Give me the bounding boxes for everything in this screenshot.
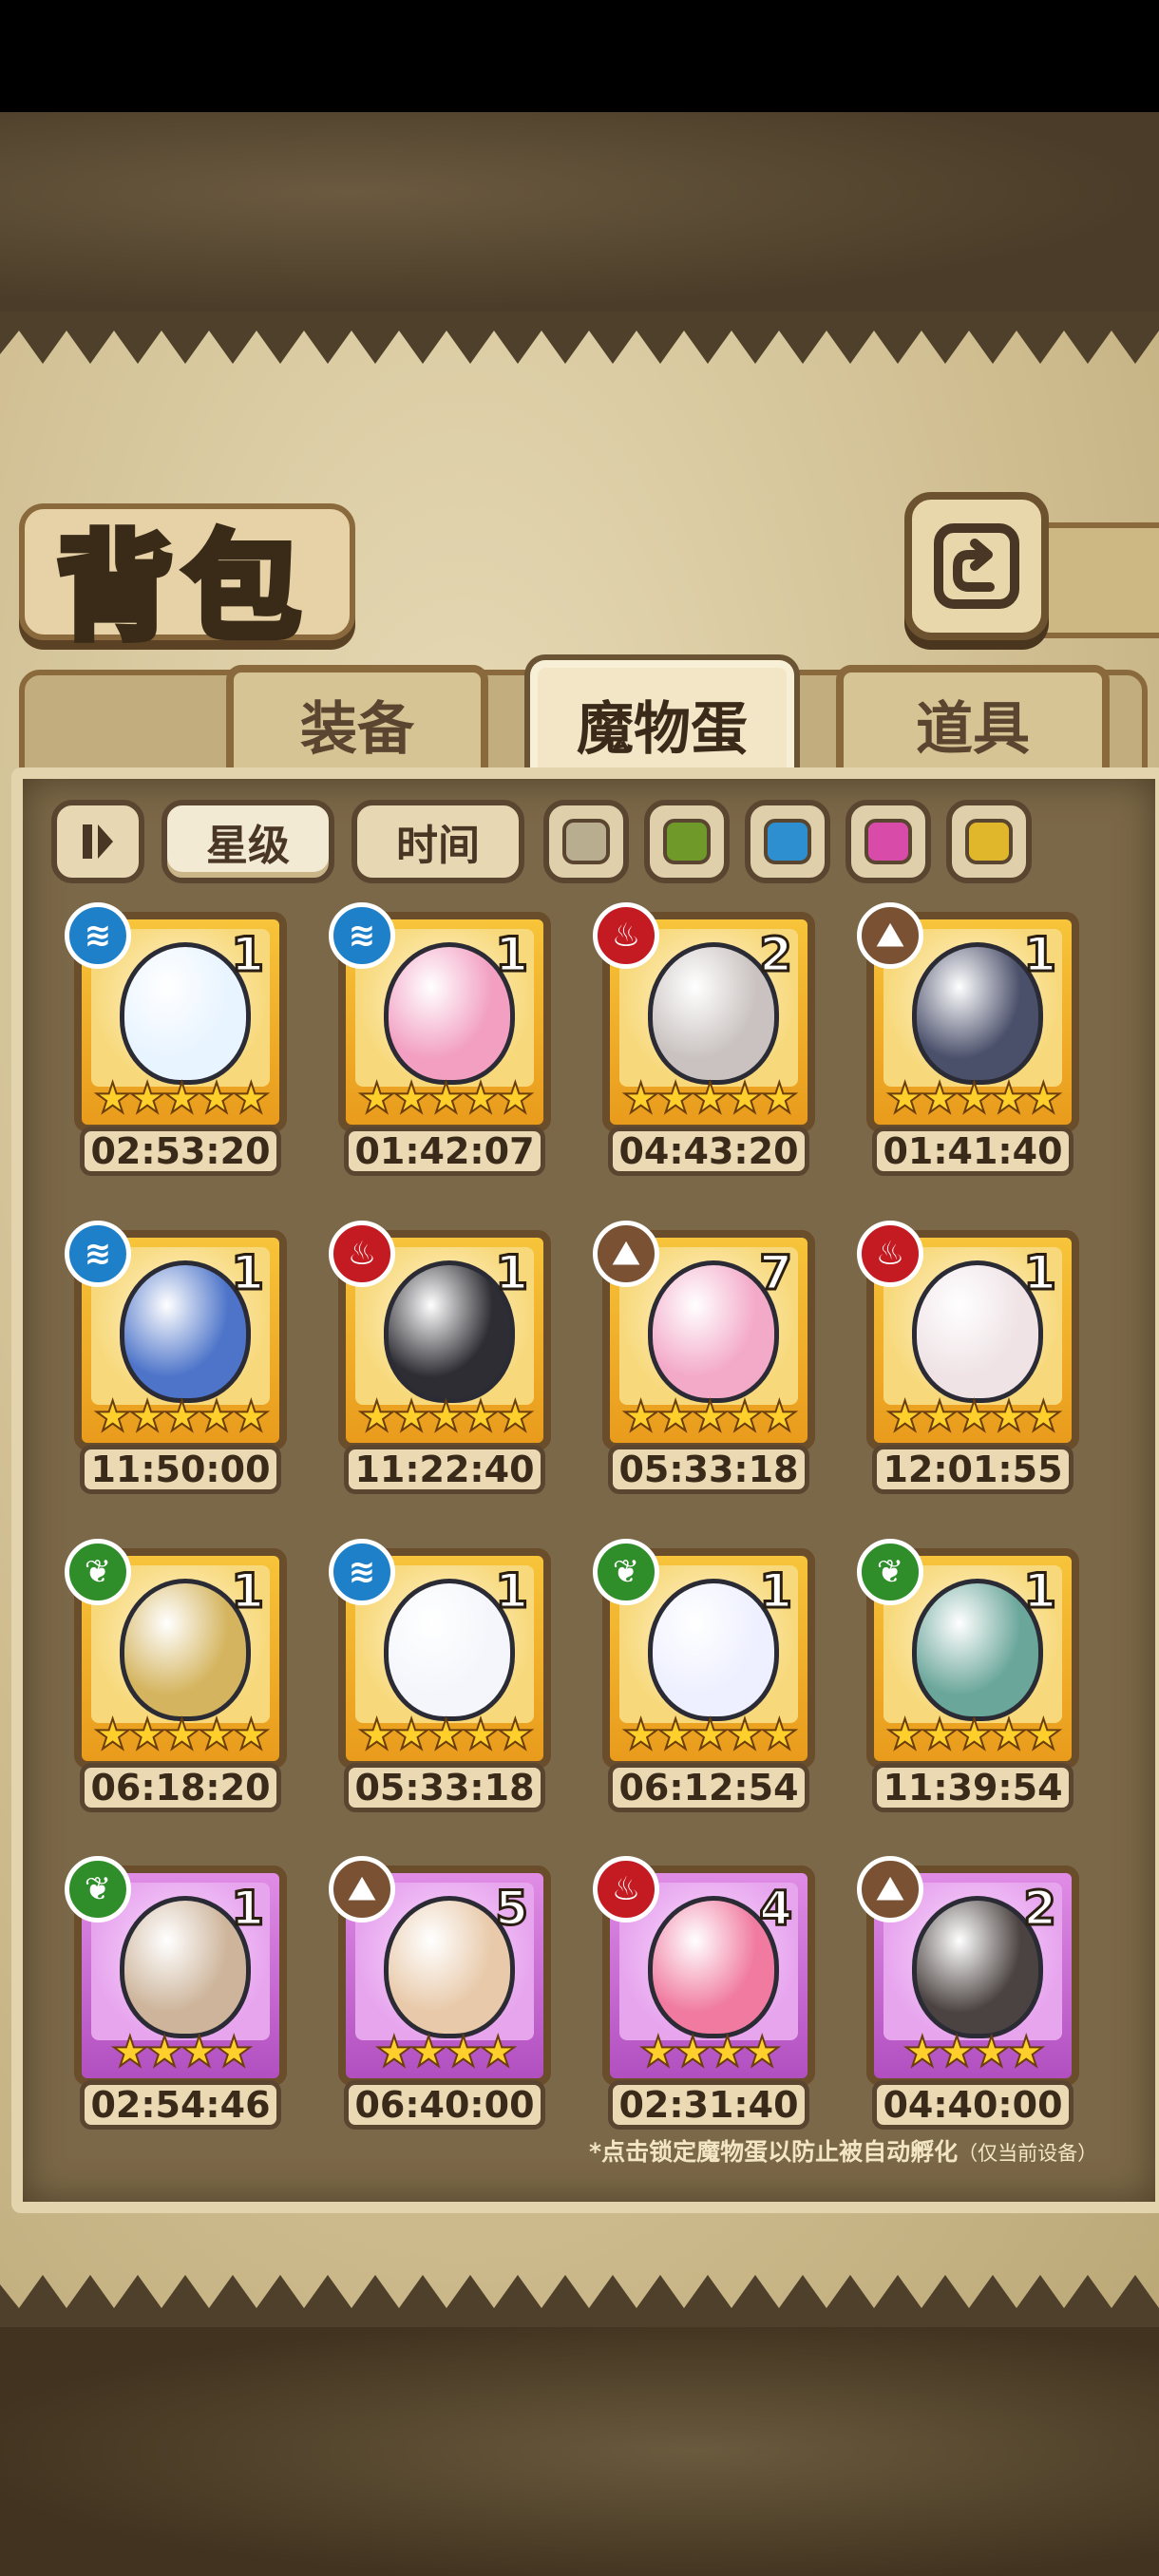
pause-icon xyxy=(83,824,113,859)
footnote-sub: （仅当前设备） xyxy=(958,2142,1098,2165)
fire-icon: ♨ xyxy=(593,902,659,969)
water-icon: ≋ xyxy=(65,1221,131,1287)
egg-count: 1 xyxy=(230,1563,266,1620)
pause-button[interactable] xyxy=(51,800,144,883)
star-rating: ★★★★ xyxy=(110,2027,254,2077)
color-filter-button[interactable] xyxy=(543,800,629,883)
hatch-timer: 02:54:46 xyxy=(80,2080,281,2130)
water-icon: ≋ xyxy=(329,902,395,969)
egg-count: 5 xyxy=(494,1880,530,1938)
hatch-timer: 06:12:54 xyxy=(608,1763,809,1812)
hatch-timer: 11:50:00 xyxy=(80,1445,281,1494)
tab-equipment[interactable]: 装备 xyxy=(226,665,488,775)
star-rating: ★★★★★ xyxy=(621,1392,799,1442)
star-rating: ★★★★★ xyxy=(885,1710,1063,1760)
hatch-timer: 12:01:55 xyxy=(872,1445,1074,1494)
egg-count: 1 xyxy=(494,1563,530,1620)
earth-icon: ⛰ xyxy=(593,1221,659,1287)
back-strip xyxy=(1031,522,1159,638)
color-swatch xyxy=(864,819,912,864)
zigzag-border-bottom xyxy=(0,2275,1159,2327)
hatch-timer: 02:31:40 xyxy=(608,2080,809,2130)
hatch-timer: 01:41:40 xyxy=(872,1127,1074,1176)
earth-icon: ⛰ xyxy=(857,1856,923,1923)
color-swatch xyxy=(562,819,610,864)
star-rating: ★★★★★ xyxy=(357,1073,535,1124)
sort-by-star-button[interactable]: 星级 xyxy=(162,800,334,883)
star-rating: ★★★★★ xyxy=(885,1073,1063,1124)
color-filter-button[interactable] xyxy=(745,800,830,883)
earth-icon: ⛰ xyxy=(329,1856,395,1923)
egg-count: 1 xyxy=(1022,926,1058,984)
egg-count: 1 xyxy=(230,926,266,984)
footnote-main: *点击锁定魔物蛋以防止被自动孵化 xyxy=(589,2138,959,2166)
egg-count: 4 xyxy=(758,1880,794,1938)
hatch-timer: 02:53:20 xyxy=(80,1127,281,1176)
water-icon: ≋ xyxy=(65,902,131,969)
hatch-timer: 01:42:07 xyxy=(344,1127,545,1176)
color-swatch xyxy=(663,819,711,864)
tab-items[interactable]: 道具 xyxy=(836,665,1110,775)
egg-count: 1 xyxy=(230,1880,266,1938)
star-rating: ★★★★★ xyxy=(93,1073,271,1124)
color-swatch xyxy=(764,819,811,864)
color-filter-button[interactable] xyxy=(946,800,1032,883)
color-filter-button[interactable] xyxy=(644,800,730,883)
egg-count: 1 xyxy=(494,1244,530,1302)
hatch-timer: 04:40:00 xyxy=(872,2080,1074,2130)
star-rating: ★★★★★ xyxy=(357,1710,535,1760)
egg-count: 1 xyxy=(494,926,530,984)
hatch-timer: 04:43:20 xyxy=(608,1127,809,1176)
leaf-icon: ❦ xyxy=(857,1539,923,1605)
egg-count: 2 xyxy=(758,926,794,984)
leaf-icon: ❦ xyxy=(593,1539,659,1605)
leaf-icon: ❦ xyxy=(65,1856,131,1923)
egg-count: 2 xyxy=(1022,1880,1058,1938)
map-background-top xyxy=(0,112,1159,312)
hatch-timer: 11:39:54 xyxy=(872,1763,1074,1812)
page-title: 背包 xyxy=(53,515,312,659)
star-rating: ★★★★ xyxy=(374,2027,518,2077)
tab-monster-eggs[interactable]: 魔物蛋 xyxy=(530,660,794,780)
egg-count: 7 xyxy=(758,1244,794,1302)
fire-icon: ♨ xyxy=(593,1856,659,1923)
fire-icon: ♨ xyxy=(857,1221,923,1287)
star-rating: ★★★★★ xyxy=(885,1392,1063,1442)
star-rating: ★★★★★ xyxy=(621,1073,799,1124)
egg-count: 1 xyxy=(1022,1244,1058,1302)
star-rating: ★★★★★ xyxy=(93,1710,271,1760)
hatch-timer: 05:33:18 xyxy=(344,1763,545,1812)
sort-by-time-button[interactable]: 时间 xyxy=(352,800,524,883)
star-rating: ★★★★★ xyxy=(621,1710,799,1760)
star-rating: ★★★★ xyxy=(638,2027,782,2077)
leaf-icon: ❦ xyxy=(65,1539,131,1605)
egg-count: 1 xyxy=(1022,1563,1058,1620)
back-arrow-icon xyxy=(934,523,1019,609)
footnote: *点击锁定魔物蛋以防止被自动孵化（仅当前设备） xyxy=(589,2133,1097,2168)
fire-icon: ♨ xyxy=(329,1221,395,1287)
water-icon: ≋ xyxy=(329,1539,395,1605)
star-rating: ★★★★★ xyxy=(93,1392,271,1442)
color-swatch xyxy=(965,819,1013,864)
hatch-timer: 05:33:18 xyxy=(608,1445,809,1494)
status-bar xyxy=(0,0,1159,112)
hatch-timer: 06:18:20 xyxy=(80,1763,281,1812)
color-filter-button[interactable] xyxy=(846,800,931,883)
star-rating: ★★★★ xyxy=(902,2027,1046,2077)
earth-icon: ⛰ xyxy=(857,902,923,969)
hatch-timer: 11:22:40 xyxy=(344,1445,545,1494)
star-rating: ★★★★★ xyxy=(357,1392,535,1442)
zigzag-border-top xyxy=(0,312,1159,364)
egg-count: 1 xyxy=(758,1563,794,1620)
egg-count: 1 xyxy=(230,1244,266,1302)
map-background-bottom xyxy=(0,2327,1159,2576)
hatch-timer: 06:40:00 xyxy=(344,2080,545,2130)
back-button[interactable] xyxy=(904,492,1049,640)
